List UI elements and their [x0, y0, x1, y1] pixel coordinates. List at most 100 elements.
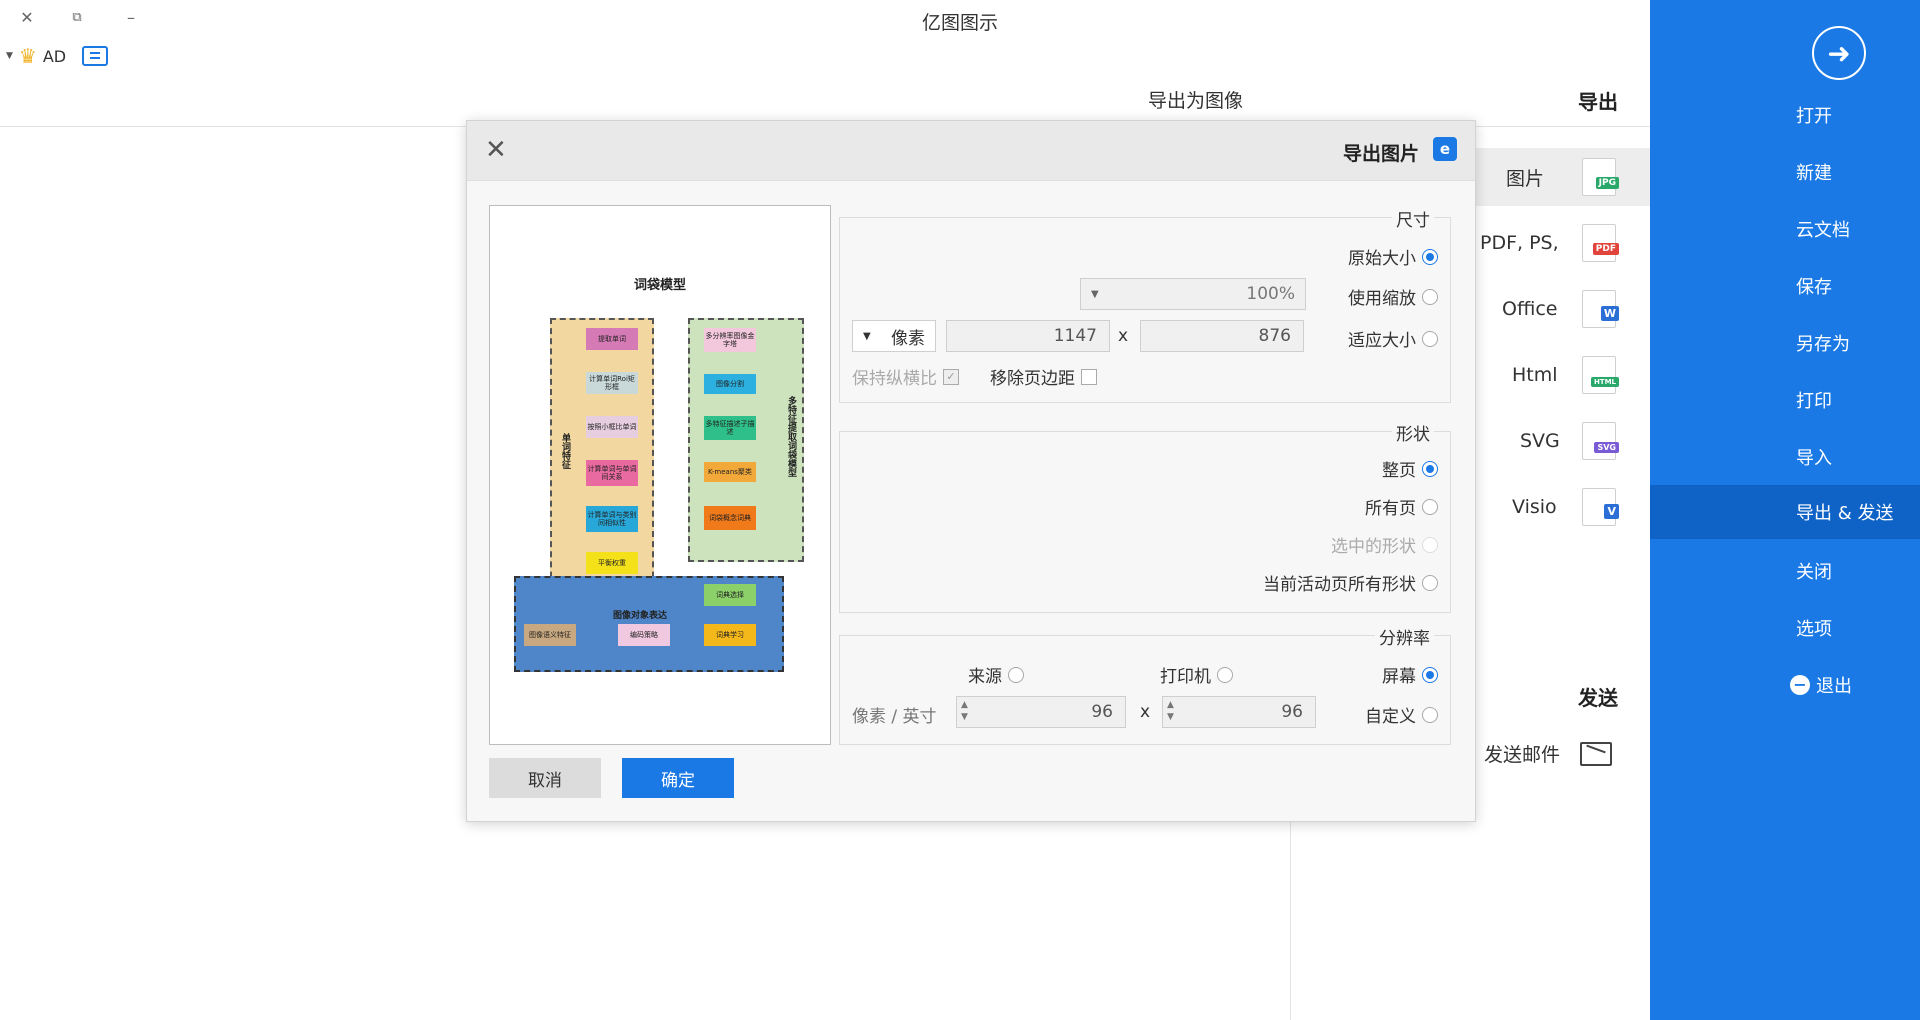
- radio-use-zoom[interactable]: 使用缩放: [1348, 284, 1438, 309]
- preview-box: 多特征描述子描述: [704, 416, 756, 440]
- top-toolbar: ▼ ♛ AD: [6, 44, 109, 68]
- size-x-separator: x: [1118, 326, 1129, 346]
- jpg-file-icon: JPG: [1582, 158, 1619, 196]
- radio-icon: [1008, 666, 1024, 683]
- radio-icon: [1422, 248, 1438, 265]
- radio-source[interactable]: 来源: [968, 662, 1024, 687]
- format-office[interactable]: Office W: [1450, 280, 1650, 338]
- preview-box: 按照小框比单词: [586, 416, 638, 438]
- zoom-select[interactable]: ▼ 100%: [1080, 278, 1306, 310]
- radio-icon: [1217, 666, 1233, 683]
- preview-group-right-label: 多特征提取词袋模型: [786, 395, 796, 477]
- dpi-x-separator: x: [1140, 702, 1151, 722]
- sidebar-item-close[interactable]: 关闭: [1650, 544, 1920, 598]
- sidebar-item-save[interactable]: 保存: [1650, 259, 1920, 313]
- dpi-unit-label: 像素 / 英寸: [852, 707, 937, 727]
- spinner-icon[interactable]: ▲ ▼: [961, 699, 968, 723]
- close-icon[interactable]: ✕: [485, 135, 507, 165]
- chevron-down-icon: ▼: [1091, 288, 1099, 300]
- remove-margin-checkbox[interactable]: 移除页边距: [990, 364, 1097, 389]
- radio-selected-shapes[interactable]: 选中的形状: [1331, 532, 1438, 557]
- keep-ratio-checkbox[interactable]: 保持纵横比 ✓: [852, 364, 959, 389]
- preview-title: 词袋模型: [633, 278, 686, 293]
- preview-box: 平衡权重: [586, 552, 638, 574]
- resolution-group: 分辨率 屏幕 打印机 来源 自定义 ▲ ▼ 96 x ▲ ▼ 96 像素 / 英寸: [839, 624, 1451, 745]
- unit-select[interactable]: ▼ 像素: [852, 320, 936, 352]
- page-heading: 导出为图像: [1148, 90, 1244, 112]
- sidebar-item-new[interactable]: 新建: [1650, 145, 1920, 199]
- sidebar-item-print[interactable]: 打印: [1650, 373, 1920, 427]
- format-visio[interactable]: Visio V: [1450, 478, 1650, 536]
- email-icon: [1580, 741, 1613, 766]
- svg-file-icon: SVG: [1582, 422, 1619, 460]
- vip-crown-icon[interactable]: ♛: [19, 44, 37, 68]
- sidebar-item-import[interactable]: 导入: [1650, 430, 1920, 484]
- preview-box: 词袋概念词典: [704, 506, 756, 530]
- close-window-button[interactable]: ✕: [12, 6, 42, 28]
- shape-group: 形状 整页 所有页 选中的形状 当前活动页所有形状: [839, 420, 1451, 613]
- format-svg[interactable]: SVG SVG: [1450, 412, 1650, 470]
- sidebar-item-export-send[interactable]: 导出 & 发送: [1650, 485, 1920, 539]
- spinner-icon[interactable]: ▲ ▼: [1167, 699, 1174, 723]
- height-input[interactable]: 1147: [946, 320, 1110, 352]
- dropdown-arrow-icon[interactable]: ▼: [6, 51, 13, 61]
- sidebar-item-open[interactable]: 打开: [1650, 88, 1920, 142]
- preview-box: 词典学习: [704, 624, 756, 646]
- resolution-legend: 分辨率: [1375, 624, 1434, 649]
- radio-icon: [1422, 666, 1438, 683]
- preview-box: 图像分割: [704, 374, 756, 394]
- user-label[interactable]: AD: [43, 47, 66, 66]
- width-input[interactable]: 876: [1140, 320, 1304, 352]
- radio-icon: [1422, 288, 1438, 305]
- radio-icon: [1422, 706, 1438, 723]
- exit-icon: −: [1790, 675, 1810, 695]
- sidebar-item-exit[interactable]: − 退出: [1650, 658, 1920, 712]
- preview-box: K-means聚类: [704, 462, 756, 482]
- preview-box: 词典选择: [704, 584, 756, 606]
- preview-box: 计算单词Roi矩形框: [586, 372, 638, 394]
- format-label: SVG: [1520, 430, 1560, 452]
- preview-box: 提取单词: [586, 328, 638, 350]
- radio-icon: [1422, 536, 1438, 553]
- preview-box: 编码策略: [618, 624, 670, 646]
- radio-fit-size[interactable]: 适应大小: [1348, 326, 1438, 351]
- format-pdf[interactable]: PDF, PS, PDF: [1450, 214, 1650, 272]
- format-label: Visio: [1512, 496, 1557, 518]
- ok-button[interactable]: 确定: [622, 758, 734, 798]
- send-section-title: 发送: [1578, 686, 1618, 710]
- back-arrow-icon[interactable]: ➜: [1812, 26, 1866, 80]
- sidebar-item-cloud[interactable]: 云文档: [1650, 202, 1920, 256]
- radio-icon: [1422, 498, 1438, 515]
- radio-original-size[interactable]: 原始大小: [1348, 244, 1438, 269]
- message-icon[interactable]: [82, 46, 109, 66]
- minimize-window-button[interactable]: –: [116, 6, 146, 28]
- sidebar-item-save-as[interactable]: 另存为: [1650, 316, 1920, 370]
- sidebar-item-options[interactable]: 选项: [1650, 601, 1920, 655]
- send-email-label: 发送邮件: [1484, 744, 1561, 766]
- send-email-button[interactable]: 发送邮件: [1484, 740, 1613, 767]
- dpi-y-input[interactable]: ▲ ▼ 96: [956, 696, 1126, 728]
- radio-printer[interactable]: 打印机: [1160, 662, 1233, 687]
- preview-box: 图像语义特征: [524, 624, 576, 646]
- cancel-button[interactable]: 取消: [489, 758, 601, 798]
- word-file-icon: W: [1582, 290, 1619, 328]
- restore-window-button[interactable]: ⧉: [62, 6, 92, 28]
- dialog-title: 导出图片: [1343, 143, 1420, 165]
- format-html[interactable]: Html HTML: [1450, 346, 1650, 404]
- radio-icon: [1422, 574, 1438, 591]
- html-file-icon: HTML: [1582, 356, 1619, 394]
- format-label: 图片: [1506, 167, 1545, 190]
- radio-all-pages[interactable]: 所有页: [1365, 494, 1438, 519]
- pdf-file-icon: PDF: [1582, 224, 1619, 262]
- preview-box: 计算单词与单词间关系: [586, 460, 638, 486]
- app-title: 亿图图示: [921, 12, 998, 34]
- dpi-x-input[interactable]: ▲ ▼ 96: [1162, 696, 1316, 728]
- radio-custom[interactable]: 自定义: [1365, 702, 1438, 727]
- radio-current-page-shapes[interactable]: 当前活动页所有形状: [1263, 570, 1438, 595]
- size-group: 尺寸 原始大小 使用缩放 ▼ 100% 适应大小 876 x 1147 ▼ 像素: [839, 206, 1451, 403]
- format-image[interactable]: 图片 JPG: [1450, 148, 1650, 206]
- chevron-down-icon: ▼: [863, 330, 871, 342]
- radio-whole-page[interactable]: 整页: [1382, 456, 1438, 481]
- export-section-title: 导出: [1578, 90, 1618, 114]
- radio-screen[interactable]: 屏幕: [1382, 662, 1438, 687]
